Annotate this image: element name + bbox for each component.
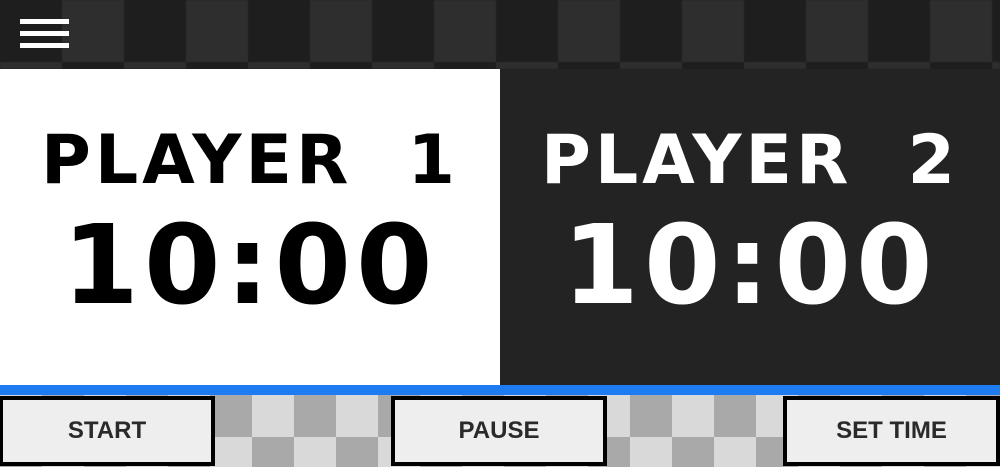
player-1-panel[interactable]: PLAYER 1 10:00 bbox=[0, 69, 500, 385]
top-bar bbox=[0, 0, 1000, 69]
control-bar: START PAUSE SET TIME bbox=[0, 395, 1000, 467]
menu-icon-line bbox=[20, 31, 69, 36]
pause-button[interactable]: PAUSE bbox=[391, 396, 607, 466]
player-2-panel[interactable]: PLAYER 2 10:00 bbox=[500, 69, 1000, 385]
start-button[interactable]: START bbox=[0, 396, 215, 466]
set-time-button[interactable]: SET TIME bbox=[783, 396, 1000, 466]
menu-icon-line bbox=[20, 43, 69, 48]
menu-icon-line bbox=[20, 19, 69, 24]
player-2-time: 10:00 bbox=[562, 201, 938, 329]
menu-icon[interactable] bbox=[20, 16, 70, 54]
player-1-name: PLAYER 1 bbox=[40, 121, 459, 200]
player-1-time: 10:00 bbox=[62, 201, 438, 329]
player-2-name: PLAYER 2 bbox=[540, 121, 959, 200]
accent-divider bbox=[0, 385, 1000, 395]
